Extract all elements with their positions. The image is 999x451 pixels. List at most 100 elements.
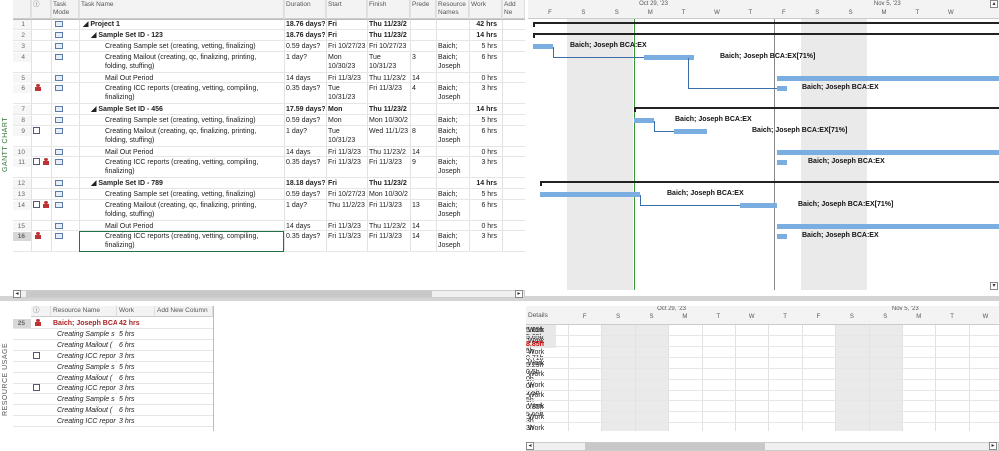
task-start[interactable]: Fri 11/3/23 bbox=[328, 232, 366, 252]
summary-bar[interactable] bbox=[633, 107, 999, 109]
task-duration[interactable]: 1 day? bbox=[286, 127, 325, 147]
task-col-header-add[interactable]: Add Ne bbox=[502, 0, 525, 19]
res-assignment-name[interactable]: Creating Mailout ( bbox=[57, 406, 117, 415]
task-pred[interactable] bbox=[412, 42, 435, 52]
res-assignment-name[interactable]: Creating ICC repor bbox=[57, 352, 117, 361]
task-finish[interactable]: Thu 11/23/2 bbox=[369, 179, 409, 189]
res-assignment-work[interactable]: 3 hrs bbox=[119, 417, 153, 426]
task-work[interactable]: 14 hrs bbox=[471, 31, 501, 41]
task-name[interactable]: ◢ Sample Set ID - 789 bbox=[91, 179, 279, 189]
res-assignment-work[interactable]: 3 hrs bbox=[119, 384, 153, 393]
task-start[interactable]: Mon 10/30/23 bbox=[328, 116, 366, 126]
task-row-number[interactable]: 14 bbox=[13, 201, 31, 210]
task-res[interactable]: Baich; Joseph bbox=[438, 158, 468, 178]
task-name[interactable]: Mail Out Period bbox=[105, 74, 279, 83]
task-scroll-left-arrow[interactable]: ◂ bbox=[13, 290, 21, 298]
task-res[interactable]: Baich; Joseph bbox=[438, 127, 468, 147]
task-start[interactable]: Fri 11/3/23 bbox=[328, 158, 366, 178]
task-row-number[interactable]: 6 bbox=[13, 84, 31, 93]
task-start[interactable]: Fri 10/27/23 bbox=[328, 20, 366, 30]
task-bar[interactable] bbox=[777, 160, 788, 165]
task-scroll-right-arrow[interactable]: ▸ bbox=[515, 290, 523, 298]
task-work[interactable]: 6 hrs bbox=[471, 127, 501, 147]
task-start[interactable]: Fri 11/3/23 bbox=[328, 148, 366, 157]
task-start[interactable]: Tue 10/31/23 bbox=[328, 127, 366, 147]
res-info-header[interactable]: ⓘ bbox=[31, 306, 51, 317]
task-bar[interactable] bbox=[777, 224, 999, 229]
task-duration[interactable]: 14 days bbox=[286, 74, 325, 83]
res-assignment-work[interactable]: 6 hrs bbox=[119, 341, 153, 350]
task-start[interactable]: Fri 10/27/23 bbox=[328, 179, 366, 189]
task-pred[interactable]: 9 bbox=[412, 158, 435, 178]
task-res[interactable]: Baich; Joseph bbox=[438, 232, 468, 252]
task-work[interactable]: 3 hrs bbox=[471, 158, 501, 178]
task-duration[interactable]: 0.35 days? bbox=[286, 84, 325, 104]
res-assignment-work[interactable]: 42 hrs bbox=[119, 319, 153, 328]
task-bar[interactable] bbox=[777, 234, 788, 239]
res-assignment-work[interactable]: 6 hrs bbox=[119, 406, 153, 415]
task-finish[interactable]: Thu 11/23/2 bbox=[369, 31, 409, 41]
task-duration[interactable]: 18.76 days? bbox=[286, 20, 325, 30]
task-col-header-duration[interactable]: Duration bbox=[284, 0, 326, 19]
summary-bar[interactable] bbox=[533, 22, 999, 24]
res-assignment-work[interactable]: 5 hrs bbox=[119, 363, 153, 372]
task-res[interactable]: Baich; Jos bbox=[438, 116, 468, 126]
res-assignment-name[interactable]: Creating ICC repor bbox=[57, 384, 117, 393]
task-pred[interactable]: 13 bbox=[412, 201, 435, 221]
task-name[interactable]: Mail Out Period bbox=[105, 222, 279, 231]
res-assignment-name[interactable]: Creating Sample s bbox=[57, 330, 117, 339]
task-bar[interactable] bbox=[740, 203, 778, 208]
task-bar[interactable] bbox=[533, 44, 554, 49]
res-assignment-work[interactable]: 5 hrs bbox=[119, 395, 153, 404]
task-pred[interactable] bbox=[412, 31, 435, 41]
res-assignment-work[interactable]: 6 hrs bbox=[119, 374, 153, 383]
task-start[interactable]: Mon 10/30/2 bbox=[328, 105, 366, 115]
task-duration[interactable]: 14 days bbox=[286, 222, 325, 231]
task-res[interactable]: Baich; Jos bbox=[438, 42, 468, 52]
task-res[interactable] bbox=[438, 148, 468, 157]
task-pred[interactable]: 8 bbox=[412, 127, 435, 147]
task-bar[interactable] bbox=[673, 129, 707, 134]
task-res[interactable] bbox=[438, 179, 468, 189]
task-finish[interactable]: Fri 11/3/23 bbox=[369, 201, 409, 221]
task-row-number[interactable]: 3 bbox=[13, 42, 31, 51]
task-res[interactable] bbox=[438, 222, 468, 231]
res-work-header[interactable]: Work bbox=[117, 306, 155, 317]
task-row-number[interactable]: 4 bbox=[13, 53, 31, 62]
task-col-header-pred[interactable]: Prede bbox=[410, 0, 436, 19]
task-name[interactable]: Creating Sample set (creating, vetting, … bbox=[105, 42, 279, 52]
task-duration[interactable]: 17.59 days? bbox=[286, 105, 325, 115]
task-col-header-work[interactable]: Work bbox=[469, 0, 502, 19]
task-finish[interactable]: Fri 11/3/23 bbox=[369, 232, 409, 252]
task-pred[interactable] bbox=[412, 105, 435, 115]
task-row-number[interactable]: 7 bbox=[13, 105, 31, 114]
task-start[interactable]: Mon 10/30/23 bbox=[328, 53, 366, 73]
task-row-number[interactable]: 13 bbox=[13, 190, 31, 199]
task-duration[interactable]: 1 day? bbox=[286, 53, 325, 73]
task-start[interactable]: Fri 11/3/23 bbox=[328, 74, 366, 83]
task-name[interactable]: Creating ICC reports (creating, vetting,… bbox=[105, 158, 279, 178]
task-work[interactable]: 6 hrs bbox=[471, 53, 501, 73]
task-duration[interactable]: 18.18 days? bbox=[286, 179, 325, 189]
task-start[interactable]: Fri 10/27/23 bbox=[328, 42, 366, 52]
task-duration[interactable]: 0.35 days? bbox=[286, 232, 325, 252]
task-work[interactable]: 0 hrs bbox=[471, 74, 501, 83]
res-assignment-name[interactable]: Creating Sample s bbox=[57, 395, 117, 404]
task-row-number[interactable]: 2 bbox=[13, 31, 31, 40]
task-work[interactable]: 0 hrs bbox=[471, 148, 501, 157]
task-work[interactable]: 14 hrs bbox=[471, 105, 501, 115]
task-finish[interactable]: Fri 11/3/23 bbox=[369, 158, 409, 178]
task-work[interactable]: 5 hrs bbox=[471, 116, 501, 126]
task-res[interactable] bbox=[438, 74, 468, 83]
task-pred[interactable]: 14 bbox=[412, 232, 435, 252]
task-finish[interactable]: Thu 11/23/2 bbox=[369, 74, 409, 83]
task-finish[interactable]: Thu 11/23/2 bbox=[369, 105, 409, 115]
res-assignment-name[interactable]: Baich; Joseph BCA:E bbox=[53, 319, 117, 328]
task-name[interactable]: Mail Out Period bbox=[105, 148, 279, 157]
task-pred[interactable]: 4 bbox=[412, 84, 435, 104]
res-row-number[interactable]: 25 bbox=[13, 319, 31, 328]
task-duration[interactable]: 1 day? bbox=[286, 201, 325, 221]
task-bar[interactable] bbox=[643, 55, 694, 60]
task-row-number[interactable]: 1 bbox=[13, 20, 31, 29]
task-row-number[interactable]: 12 bbox=[13, 179, 31, 188]
